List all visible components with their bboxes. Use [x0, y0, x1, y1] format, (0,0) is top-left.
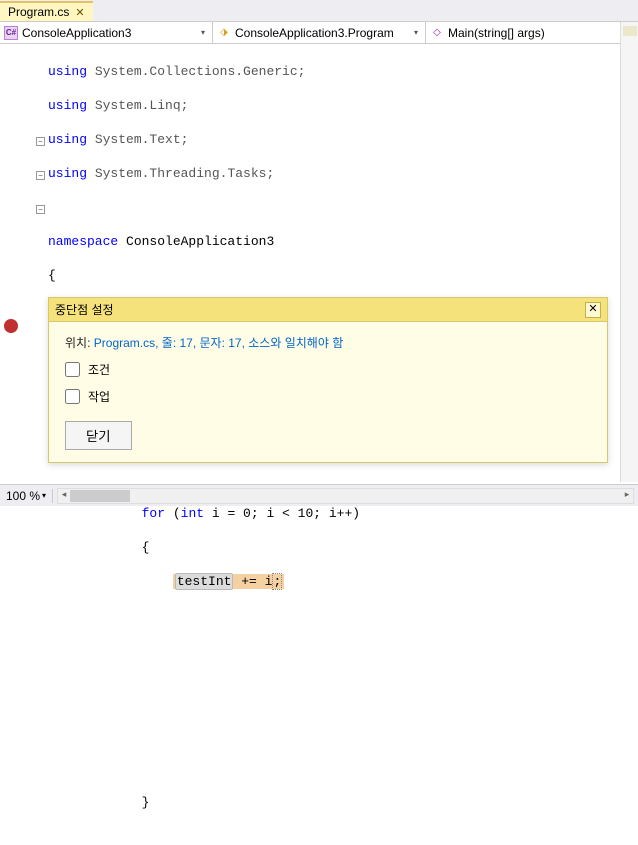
fold-toggle[interactable]: − [36, 137, 45, 146]
code-text: System.Text; [87, 132, 188, 147]
code-text: { [48, 267, 638, 284]
code-keyword: using [48, 98, 87, 113]
location-value: Program.cs, 줄: 17, 문자: 17, 소스와 일치해야 함 [94, 336, 344, 350]
breakpoint-settings-panel: 중단점 설정 ✕ 위치: Program.cs, 줄: 17, 문자: 17, … [48, 297, 608, 463]
condition-label: 조건 [88, 361, 110, 378]
breakpoint-line: testInt += i; [173, 574, 284, 589]
code-keyword: using [48, 166, 87, 181]
code-text: System.Collections.Generic; [87, 64, 305, 79]
condition-checkbox[interactable] [65, 362, 80, 377]
panel-title: 중단점 설정 [55, 301, 114, 318]
nav-class-label: ConsoleApplication3.Program [235, 26, 394, 40]
breakpoint-icon[interactable] [4, 319, 18, 333]
horizontal-scrollbar[interactable]: ◂ ▸ [57, 488, 634, 504]
action-checkbox[interactable] [65, 389, 80, 404]
nav-project[interactable]: C# ConsoleApplication3 ▾ [0, 22, 213, 43]
scroll-left-arrow[interactable]: ◂ [58, 489, 70, 503]
code-keyword: namespace [48, 234, 118, 249]
close-icon[interactable]: ✕ [75, 6, 84, 19]
nav-method-label: Main(string[] args) [448, 26, 545, 40]
action-checkbox-row[interactable]: 작업 [65, 388, 591, 405]
class-icon: ⬗ [217, 26, 231, 40]
panel-titlebar: 중단점 설정 ✕ [49, 298, 607, 322]
status-bar: 100 % ▾ ◂ ▸ [0, 484, 638, 506]
nav-bar: C# ConsoleApplication3 ▾ ⬗ ConsoleApplic… [0, 22, 638, 44]
zoom-level: 100 % [6, 489, 40, 503]
nav-project-label: ConsoleApplication3 [22, 26, 131, 40]
code-text: System.Linq; [87, 98, 188, 113]
code-text: ( [165, 506, 181, 521]
code-keyword: using [48, 64, 87, 79]
chevron-down-icon[interactable]: ▾ [198, 28, 208, 37]
action-label: 작업 [88, 388, 110, 405]
tab-label: Program.cs [8, 5, 69, 19]
code-text: ConsoleApplication3 [118, 234, 274, 249]
condition-checkbox-row[interactable]: 조건 [65, 361, 591, 378]
scroll-right-arrow[interactable]: ▸ [621, 489, 633, 503]
close-icon[interactable]: ✕ [585, 302, 601, 318]
overview-ruler[interactable] [620, 22, 638, 482]
zoom-dropdown[interactable]: 100 % ▾ [0, 489, 53, 503]
code-text: System.Threading.Tasks; [87, 166, 274, 181]
code-keyword: for [142, 506, 165, 521]
code-text: } [48, 794, 638, 811]
breakpoint-location: 위치: Program.cs, 줄: 17, 문자: 17, 소스와 일치해야 … [65, 334, 591, 351]
file-tab[interactable]: Program.cs ✕ [0, 1, 93, 21]
fold-toggle[interactable]: − [36, 205, 45, 214]
fold-toggle[interactable]: − [36, 171, 45, 180]
ruler-mark [623, 26, 637, 36]
code-keyword: int [181, 506, 204, 521]
location-label: 위치: [65, 336, 90, 350]
code-keyword: using [48, 132, 87, 147]
editor-gutter: − − − [0, 44, 48, 484]
chevron-down-icon[interactable]: ▾ [411, 28, 421, 37]
nav-class[interactable]: ⬗ ConsoleApplication3.Program ▾ [213, 22, 426, 43]
tab-bar: Program.cs ✕ [0, 0, 638, 22]
code-text: i = 0; i < 10; i++) [204, 506, 360, 521]
code-highlight: testInt [175, 573, 234, 590]
nav-method[interactable]: ◇ Main(string[] args) ▾ [426, 22, 638, 43]
scrollbar-thumb[interactable] [70, 490, 130, 502]
code-text: { [48, 539, 638, 556]
close-button[interactable]: 닫기 [65, 421, 132, 450]
method-icon: ◇ [430, 26, 444, 40]
csharp-icon: C# [4, 26, 18, 40]
chevron-down-icon: ▾ [42, 491, 46, 500]
